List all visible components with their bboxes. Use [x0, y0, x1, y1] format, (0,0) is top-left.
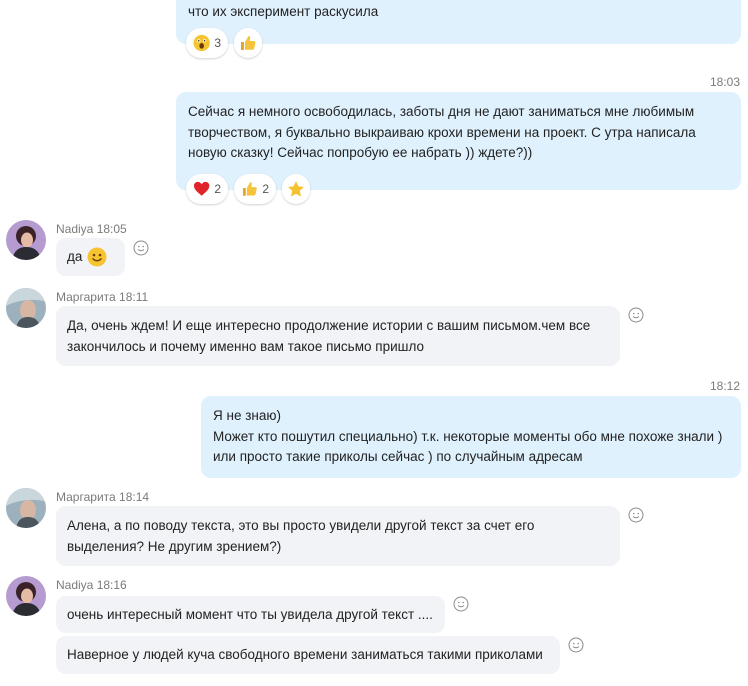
message-text: что их эксперимент раскусила: [188, 4, 379, 19]
reaction-star[interactable]: [282, 174, 310, 204]
message-timestamp: 18:03: [709, 75, 740, 89]
avatar-image: [6, 220, 46, 260]
avatar-nadiya[interactable]: [6, 220, 46, 260]
incoming-message-bubble[interactable]: да: [56, 238, 125, 276]
avatar-margarita[interactable]: [6, 288, 46, 328]
avatar-nadiya[interactable]: [6, 576, 46, 616]
avatar-image: [6, 576, 46, 616]
reaction-count: 2: [262, 182, 269, 196]
react-smiley-icon[interactable]: [568, 637, 584, 653]
sender-name: Маргарита 18:14: [56, 490, 150, 504]
message-text-line: или просто такие приколы сейчас ) по слу…: [213, 449, 583, 464]
message-timestamp: 18:12: [709, 379, 740, 393]
reaction-thumbs-up[interactable]: [234, 28, 262, 58]
incoming-message-bubble[interactable]: Алена, а по поводу текста, это вы просто…: [56, 506, 620, 566]
message-text: очень интересный момент что ты увидела д…: [67, 607, 433, 622]
star-icon: [288, 181, 304, 197]
react-smiley-icon[interactable]: [628, 307, 644, 323]
reaction-count: 2: [214, 182, 221, 196]
react-smiley-icon[interactable]: [453, 596, 469, 612]
message-text-line: закончилось и почему именно вам такое пи…: [67, 338, 424, 354]
sender-name: Маргарита 18:11: [56, 290, 149, 304]
thumbs-up-icon: [241, 36, 256, 50]
reaction-shocked[interactable]: 3: [186, 28, 228, 58]
thumbs-up-icon: [242, 182, 257, 196]
sender-name: Nadiya 18:16: [56, 578, 127, 592]
avatar-image: [6, 288, 46, 328]
incoming-message-bubble[interactable]: Наверное у людей куча свободного времени…: [56, 636, 560, 674]
smile-emoji-icon: [87, 247, 107, 267]
message-text-line: Да, очень ждем! И еще интересно продолже…: [67, 318, 591, 333]
message-text-line: Сейчас я немного освободилась, заботы дн…: [188, 104, 695, 119]
reaction-thumbs-up[interactable]: 2: [234, 174, 276, 204]
avatar-image: [6, 488, 46, 528]
message-text-line: Я не знаю): [213, 408, 281, 423]
message-text-line: Алена, а по поводу текста, это вы просто…: [67, 518, 535, 533]
reaction-count: 3: [214, 36, 221, 50]
outgoing-message-bubble[interactable]: Я не знаю) Может кто пошутил специально)…: [201, 396, 741, 478]
incoming-message-bubble[interactable]: Да, очень ждем! И еще интересно продолже…: [56, 306, 620, 366]
message-text-line: Может кто пошутил специально) т.к. некот…: [213, 428, 723, 444]
avatar-margarita[interactable]: [6, 488, 46, 528]
reaction-heart[interactable]: 2: [186, 174, 228, 204]
react-smiley-icon[interactable]: [628, 507, 644, 523]
message-text: да: [67, 249, 83, 265]
message-text-line: выделения? Не другим зрением?): [67, 538, 282, 554]
message-text-line: новую сказку! Сейчас попробую ее набрать…: [188, 145, 533, 160]
sender-name: Nadiya 18:05: [56, 222, 127, 236]
shocked-emoji-icon: [193, 34, 210, 52]
message-text: Наверное у людей куча свободного времени…: [67, 647, 543, 662]
incoming-message-bubble[interactable]: очень интересный момент что ты увидела д…: [56, 596, 445, 633]
heart-icon: [193, 181, 210, 196]
message-text-line: творчеством, я буквально выкраиваю крохи…: [188, 124, 696, 140]
react-smiley-icon[interactable]: [133, 240, 149, 256]
